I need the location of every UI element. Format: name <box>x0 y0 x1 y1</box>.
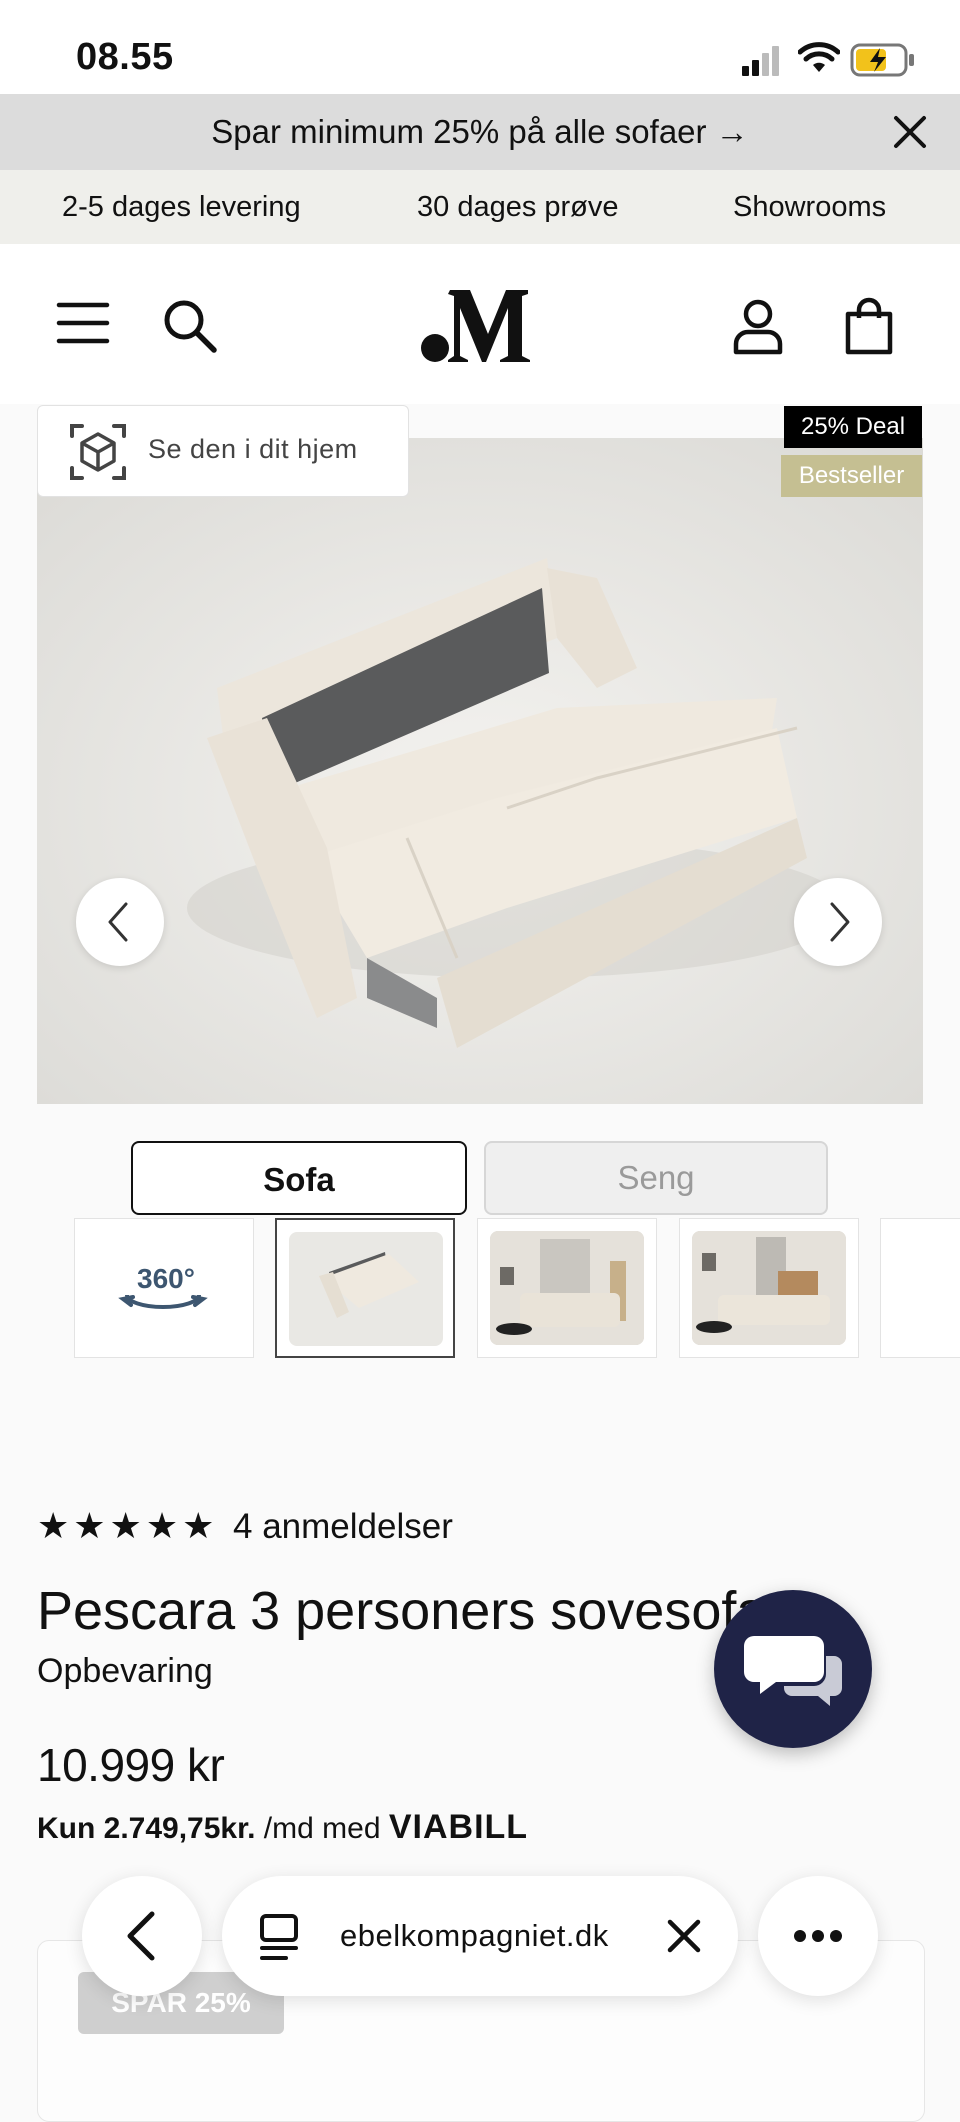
menu-icon[interactable] <box>56 300 110 346</box>
promo-banner[interactable]: Spar minimum 25% på alle sofaer → <box>0 94 960 170</box>
product-title: Pescara 3 personers sovesofa <box>37 1581 767 1641</box>
browser-url[interactable]: ebelkompagniet.dk <box>340 1918 609 1954</box>
promo-text[interactable]: Spar minimum 25% på alle sofaer → <box>0 94 960 170</box>
viabill-logo: VIABILL <box>388 1808 529 1846</box>
thumbnail-360-label: 360° <box>137 1263 195 1294</box>
close-icon[interactable] <box>884 106 936 158</box>
battery-icon <box>850 43 914 77</box>
thumbnail-image <box>692 1231 846 1345</box>
search-icon[interactable] <box>160 296 220 356</box>
chevron-left-icon <box>127 1911 155 1961</box>
reader-icon[interactable] <box>256 1912 304 1964</box>
ar-cube-icon <box>70 424 126 480</box>
rating-stars: ★★★★★ <box>37 1505 219 1546</box>
thumbnail-image <box>490 1231 644 1345</box>
thumbnail-image <box>289 1232 443 1346</box>
prev-image-button[interactable] <box>76 878 164 966</box>
browser-back-button[interactable] <box>82 1876 202 1996</box>
signal-icon <box>742 46 779 76</box>
sofa-bed-illustration <box>37 438 923 1104</box>
product-image[interactable] <box>37 438 923 1104</box>
view-toggle-seng[interactable]: Seng <box>484 1141 828 1215</box>
ar-view-label[interactable]: Se den i dit hjem <box>148 434 358 465</box>
installment-amount: Kun 2.749,75kr. <box>37 1812 256 1845</box>
logo[interactable] <box>420 286 540 366</box>
thumbnail-sofa-graphic <box>319 1252 419 1318</box>
usp-trial: 30 dages prøve <box>417 191 619 223</box>
wifi-icon <box>798 42 840 72</box>
product-price: 10.999 kr <box>37 1739 225 1791</box>
thumbnail-sofa-bed[interactable] <box>275 1218 455 1358</box>
thumbnail-360[interactable]: 360° <box>74 1218 254 1358</box>
chat-button[interactable] <box>714 1590 872 1748</box>
thumbnail-room-2[interactable] <box>679 1218 859 1358</box>
browser-more-button[interactable] <box>758 1876 878 1996</box>
account-icon[interactable] <box>732 298 784 356</box>
thumbnail-room-graphic <box>692 1231 846 1345</box>
chat-icon <box>744 1636 842 1706</box>
chevron-left-icon <box>108 902 128 942</box>
installment-text: /md med <box>255 1812 389 1845</box>
next-image-button[interactable] <box>794 878 882 966</box>
deal-badge: 25% Deal <box>784 406 922 448</box>
thumbnail-room-graphic <box>490 1231 644 1345</box>
usp-delivery: 2-5 dages levering <box>62 191 301 223</box>
close-icon[interactable] <box>662 1914 706 1958</box>
product-variant: Opbevaring <box>37 1652 213 1690</box>
installment-info: Kun 2.749,75kr. /md med VIABILL <box>37 1808 528 1847</box>
chevron-right-icon <box>830 902 850 942</box>
bestseller-badge: Bestseller <box>781 455 922 497</box>
reviews-link[interactable]: 4 anmeldelser <box>233 1507 453 1547</box>
usp-showrooms[interactable]: Showrooms <box>733 170 886 244</box>
more-icon <box>794 1930 842 1942</box>
thumbnail-room-1[interactable] <box>477 1218 657 1358</box>
cart-icon[interactable] <box>844 296 894 356</box>
status-time: 08.55 <box>76 36 174 78</box>
thumbnail-partial[interactable] <box>880 1218 960 1358</box>
view-toggle-sofa[interactable]: Sofa <box>131 1141 467 1215</box>
usp-bar: 2-5 dages levering 30 dages prøve Showro… <box>0 170 960 244</box>
